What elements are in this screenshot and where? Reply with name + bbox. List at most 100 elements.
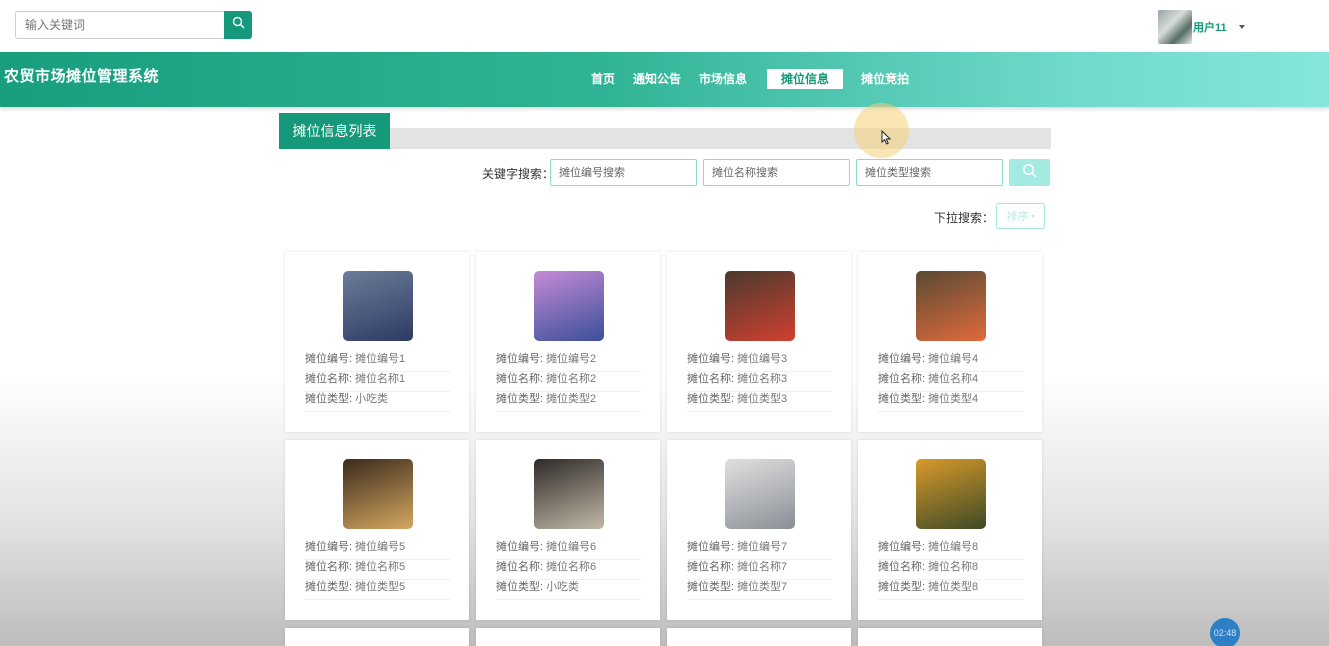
- nav-menu: 首页 通知公告 市场信息 摊位信息 摊位竞拍: [583, 69, 919, 89]
- stall-type-value: 摊位类型4: [928, 393, 979, 405]
- stall-code-search-input[interactable]: [550, 159, 697, 186]
- stall-code-label: 摊位编号:: [878, 353, 926, 365]
- mouse-cursor-icon: [881, 129, 892, 150]
- filter-search-button[interactable]: [1009, 159, 1050, 186]
- stall-image[interactable]: [916, 459, 986, 529]
- stall-type-label: 摊位类型:: [305, 393, 353, 405]
- stall-name-label: 摊位名称:: [878, 561, 926, 573]
- stall-code-row: 摊位编号: 摊位编号4: [878, 352, 1023, 372]
- chevron-down-icon[interactable]: [1238, 25, 1245, 29]
- stall-name-value: 摊位名称4: [928, 373, 979, 385]
- stall-type-label: 摊位类型:: [687, 581, 735, 593]
- stall-code-value: 摊位编号3: [737, 353, 788, 365]
- stall-name-row: 摊位名称: 摊位名称6: [496, 560, 641, 580]
- stall-image[interactable]: [343, 459, 413, 529]
- stall-name-value: 摊位名称2: [546, 373, 597, 385]
- global-search-button[interactable]: [224, 11, 252, 39]
- stall-type-value: 摊位类型3: [737, 393, 788, 405]
- stall-name-value: 摊位名称5: [355, 561, 406, 573]
- stall-name-value: 摊位名称8: [928, 561, 979, 573]
- stall-type-label: 摊位类型:: [878, 581, 926, 593]
- nav-item-stall-info[interactable]: 摊位信息: [767, 69, 844, 89]
- nav-item-market-info[interactable]: 市场信息: [691, 69, 755, 89]
- stall-card[interactable]: 摊位编号: 摊位编号7 摊位名称: 摊位名称7 摊位类型: 摊位类型7: [667, 440, 851, 620]
- search-icon: [1022, 163, 1037, 183]
- caret-down-icon: [1030, 214, 1035, 218]
- stall-name-value: 摊位名称3: [737, 373, 788, 385]
- stall-type-row: 摊位类型: 摊位类型7: [687, 580, 832, 600]
- stall-card[interactable]: 摊位编号: 摊位编号2 摊位名称: 摊位名称2 摊位类型: 摊位类型2: [476, 252, 660, 432]
- user-name[interactable]: 用户11: [1193, 19, 1227, 35]
- stall-type-search-input[interactable]: [856, 159, 1003, 186]
- stall-card-partial[interactable]: [858, 628, 1042, 646]
- stall-name-row: 摊位名称: 摊位名称1: [305, 372, 450, 392]
- stall-code-row: 摊位编号: 摊位编号2: [496, 352, 641, 372]
- stall-type-row: 摊位类型: 摊位类型4: [878, 392, 1023, 412]
- stall-card[interactable]: 摊位编号: 摊位编号1 摊位名称: 摊位名称1 摊位类型: 小吃类: [285, 252, 469, 432]
- stall-code-value: 摊位编号2: [546, 353, 597, 365]
- stall-code-row: 摊位编号: 摊位编号5: [305, 540, 450, 560]
- stall-code-value: 摊位编号8: [928, 541, 979, 553]
- avatar[interactable]: [1158, 10, 1192, 44]
- user-menu[interactable]: 用户11: [1158, 10, 1245, 44]
- stall-image[interactable]: [534, 459, 604, 529]
- stall-code-value: 摊位编号5: [355, 541, 406, 553]
- stall-type-value: 摊位类型7: [737, 581, 788, 593]
- keyword-search-label: 关键字搜索：: [482, 167, 555, 181]
- stall-name-label: 摊位名称:: [305, 373, 353, 385]
- stall-type-row: 摊位类型: 摊位类型2: [496, 392, 641, 412]
- stall-card-partial[interactable]: [667, 628, 851, 646]
- stall-image[interactable]: [725, 459, 795, 529]
- stall-code-label: 摊位编号:: [878, 541, 926, 553]
- stall-name-row: 摊位名称: 摊位名称5: [305, 560, 450, 580]
- stall-image[interactable]: [343, 271, 413, 341]
- stall-card[interactable]: 摊位编号: 摊位编号4 摊位名称: 摊位名称4 摊位类型: 摊位类型4: [858, 252, 1042, 432]
- timer-badge: 02:48: [1210, 618, 1240, 646]
- stall-type-value: 小吃类: [355, 393, 389, 405]
- stall-type-row: 摊位类型: 小吃类: [496, 580, 641, 600]
- nav-item-notices[interactable]: 通知公告: [625, 69, 689, 89]
- stall-type-label: 摊位类型:: [878, 393, 926, 405]
- stall-card[interactable]: 摊位编号: 摊位编号8 摊位名称: 摊位名称8 摊位类型: 摊位类型8: [858, 440, 1042, 620]
- global-search: [15, 11, 252, 39]
- dropdown-search-label: 下拉搜索：: [934, 211, 995, 225]
- stall-code-label: 摊位编号:: [687, 353, 735, 365]
- stall-name-row: 摊位名称: 摊位名称8: [878, 560, 1023, 580]
- stall-code-row: 摊位编号: 摊位编号8: [878, 540, 1023, 560]
- stall-code-label: 摊位编号:: [496, 541, 544, 553]
- stall-type-row: 摊位类型: 摊位类型3: [687, 392, 832, 412]
- stall-image[interactable]: [534, 271, 604, 341]
- stall-code-value: 摊位编号6: [546, 541, 597, 553]
- stall-code-row: 摊位编号: 摊位编号1: [305, 352, 450, 372]
- stall-name-label: 摊位名称:: [687, 373, 735, 385]
- stall-type-value: 摊位类型5: [355, 581, 406, 593]
- site-title[interactable]: 农贸市场摊位管理系统: [4, 65, 159, 86]
- stall-name-value: 摊位名称1: [355, 373, 406, 385]
- stall-name-search-input[interactable]: [703, 159, 850, 186]
- stall-code-label: 摊位编号:: [496, 353, 544, 365]
- stall-name-label: 摊位名称:: [305, 561, 353, 573]
- stall-type-value: 小吃类: [546, 581, 580, 593]
- stall-card-partial[interactable]: [285, 628, 469, 646]
- stall-name-value: 摊位名称6: [546, 561, 597, 573]
- nav-item-home[interactable]: 首页: [583, 69, 623, 89]
- stall-card[interactable]: 摊位编号: 摊位编号5 摊位名称: 摊位名称5 摊位类型: 摊位类型5: [285, 440, 469, 620]
- global-search-input[interactable]: [15, 11, 224, 39]
- search-icon: [232, 16, 245, 34]
- sort-dropdown[interactable]: 排序: [996, 203, 1045, 229]
- stall-image[interactable]: [725, 271, 795, 341]
- stall-name-row: 摊位名称: 摊位名称3: [687, 372, 832, 392]
- nav-item-stall-auction[interactable]: 摊位竞拍: [853, 69, 917, 89]
- stall-code-value: 摊位编号4: [928, 353, 979, 365]
- stall-card[interactable]: 摊位编号: 摊位编号6 摊位名称: 摊位名称6 摊位类型: 小吃类: [476, 440, 660, 620]
- stall-type-label: 摊位类型:: [496, 393, 544, 405]
- stall-name-row: 摊位名称: 摊位名称2: [496, 372, 641, 392]
- stall-name-row: 摊位名称: 摊位名称7: [687, 560, 832, 580]
- stall-name-label: 摊位名称:: [687, 561, 735, 573]
- stall-card-partial[interactable]: [476, 628, 660, 646]
- stall-image[interactable]: [916, 271, 986, 341]
- stall-code-label: 摊位编号:: [305, 541, 353, 553]
- stall-code-row: 摊位编号: 摊位编号7: [687, 540, 832, 560]
- stall-card[interactable]: 摊位编号: 摊位编号3 摊位名称: 摊位名称3 摊位类型: 摊位类型3: [667, 252, 851, 432]
- section-title: 摊位信息列表: [279, 113, 390, 149]
